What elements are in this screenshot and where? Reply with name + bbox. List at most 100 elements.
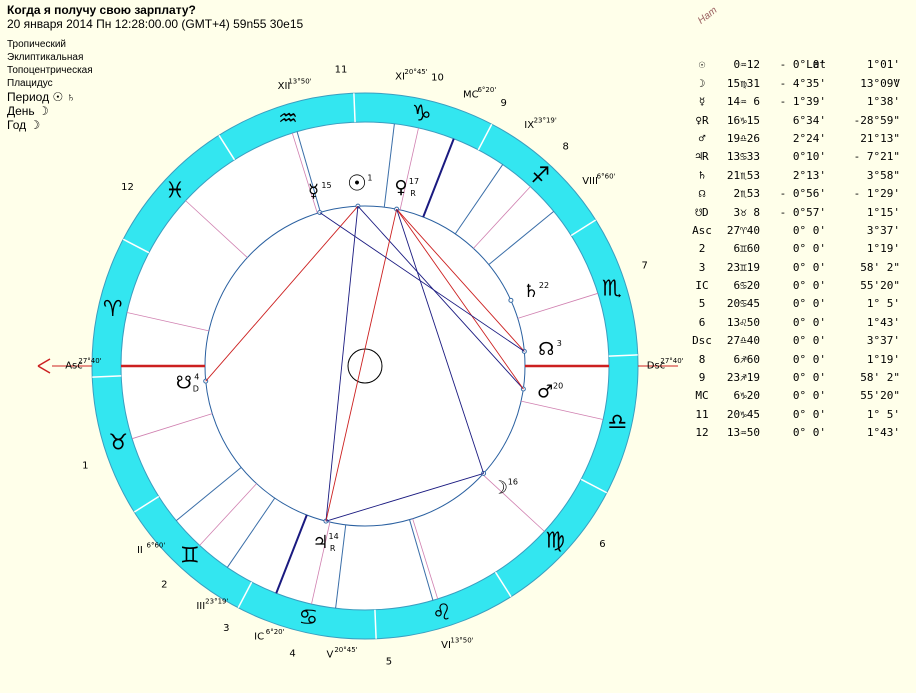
row-speed: 1°19': [866, 242, 900, 256]
planet-degree: 4: [194, 373, 199, 382]
house-number: 8: [562, 142, 568, 153]
row-position: 6♑20: [733, 389, 761, 403]
row-speed: 3°37': [866, 223, 900, 237]
house-number: 2: [161, 579, 167, 590]
planet-degree: 3: [557, 339, 562, 348]
table-row: ☊ 2♏53- 0°56' - 1°29': [688, 185, 900, 203]
row-latitude: 0° 0': [792, 426, 826, 440]
house-number: 11: [335, 64, 348, 75]
row-latitude: 0° 0': [792, 242, 826, 256]
mercury-icon: ☿: [308, 181, 319, 202]
planet-degree: 16: [508, 478, 518, 487]
row-latitude: 0° 0': [792, 297, 826, 311]
table-row: ☿ 14♒ 6- 1°39' 1°38': [688, 93, 900, 111]
row-position: 20♋45: [726, 297, 760, 311]
house-cusp-degree: 27°40': [660, 357, 683, 365]
row-speed: - 1°29': [853, 187, 900, 201]
house-number: 7: [641, 261, 647, 272]
house-cusp-label: MC: [463, 89, 479, 100]
row-position: 0♒12: [733, 58, 761, 72]
table-row: Dsc 27♎40 0° 0' 3°37': [688, 332, 900, 350]
house-cusp-degree: 13°50': [288, 78, 311, 86]
row-speed: 55'20": [860, 279, 900, 293]
table-row: 9 23♐19 0° 0' 58' 2": [688, 369, 900, 387]
planet-degree: 1: [367, 174, 372, 183]
row-position: 6♊60: [733, 242, 761, 256]
row-latitude: - 1°39': [779, 95, 826, 109]
table-header-row: Lat V: [688, 38, 900, 89]
row-latitude: 0° 0': [792, 334, 826, 348]
row-speed: 21°13": [860, 131, 900, 145]
table-row: 2 6♊60 0° 0' 1°19': [688, 240, 900, 258]
table-row: IC 6♋20 0° 0' 55'20": [688, 277, 900, 295]
row-speed: 3°58": [866, 168, 900, 182]
row-latitude: - 4°35': [779, 76, 826, 90]
moon-icon: ☽: [492, 478, 508, 499]
center-circle: [347, 348, 383, 384]
row-position: 16♑15: [726, 113, 760, 127]
table-row: 6 13♌50 0° 0' 1°43': [688, 314, 900, 332]
row-latitude: 0° 0': [792, 371, 826, 385]
house-number: 6: [599, 539, 605, 550]
house-cusp-degree: 6°20': [266, 628, 285, 636]
house-cusp-label: III: [196, 601, 205, 612]
row-position: 3♉ 8: [733, 205, 761, 219]
table-row: ☽ 15♍31- 4°35' 13°09': [688, 75, 900, 93]
sign-glyph-icon: ♊: [180, 544, 200, 569]
row-speed: 1° 5': [866, 407, 900, 421]
row-speed: 1° 5': [866, 297, 900, 311]
sign-glyph-icon: ♓: [165, 178, 185, 203]
sign-glyph-icon: ♎: [607, 410, 627, 435]
table-row: ♀R 16♑15 6°34' -28°59": [688, 112, 900, 130]
planet-degree: 14: [329, 532, 339, 541]
row-position: 15♍31: [726, 76, 760, 90]
house-cusp-degree: 6°60': [597, 173, 616, 181]
venus-icon: ♀: [394, 177, 407, 198]
house-number: 5: [386, 657, 392, 668]
mars-icon: ♂: [537, 382, 553, 403]
row-latitude: - 0°57': [779, 205, 826, 219]
row-speed: 1°15': [866, 205, 900, 219]
table-row: ☋D 3♉ 8- 0°57' 1°15': [688, 204, 900, 222]
row-position: 19♎26: [726, 131, 760, 145]
row-latitude: 0°10': [792, 150, 826, 164]
planet-modifier: R: [410, 189, 416, 198]
saturn-icon: ♄: [523, 281, 539, 302]
row-position: 14♒ 6: [726, 95, 760, 109]
house-cusp-degree: 20°45': [404, 68, 427, 76]
house-number: 1: [82, 460, 88, 471]
south-node-icon: ☋: [176, 373, 192, 394]
row-position: 27♈40: [726, 223, 760, 237]
row-latitude: 0° 0': [792, 389, 826, 403]
row-speed: 1°43': [866, 426, 900, 440]
planet-modifier: D: [193, 385, 199, 394]
row-position: 2♏53: [733, 187, 761, 201]
row-position: 21♏53: [726, 168, 760, 182]
sign-glyph-icon: ♉: [108, 431, 128, 456]
row-latitude: 0° 0': [792, 315, 826, 329]
row-speed: 1°01': [866, 58, 900, 72]
row-speed: 13°09': [860, 76, 900, 90]
row-position: 27♎40: [726, 334, 760, 348]
row-speed: 1°43': [866, 315, 900, 329]
row-latitude: - 0°56': [779, 187, 826, 201]
positions-table: Lat V ☉ 0♒12- 0° 0' 1°01' ☽ 15♍31- 4°35' 13°0…: [688, 38, 900, 443]
house-cusp-degree: 20°45': [334, 646, 357, 654]
row-speed: 58' 2": [860, 260, 900, 274]
row-position: 13♌50: [726, 315, 760, 329]
table-row: 5 20♋45 0° 0' 1° 5': [688, 295, 900, 313]
row-position: 23♊19: [726, 260, 760, 274]
row-latitude: 6°34': [792, 113, 826, 127]
table-row: 3 23♊19 0° 0' 58' 2": [688, 259, 900, 277]
planet-degree: 17: [409, 177, 419, 186]
sign-glyph-icon: ♐: [530, 163, 550, 188]
row-latitude: 2°24': [792, 131, 826, 145]
row-latitude: 0° 0': [792, 279, 826, 293]
sign-glyph-icon: ♒: [278, 107, 298, 132]
sign-glyph-icon: ♍: [545, 529, 565, 554]
house-cusp-label: IC: [254, 632, 264, 643]
table-row: ♂ 19♎26 2°24' 21°13": [688, 130, 900, 148]
sign-glyph-icon: ♌: [432, 600, 452, 625]
house-number: 12: [121, 182, 134, 193]
house-number: 4: [289, 649, 295, 660]
